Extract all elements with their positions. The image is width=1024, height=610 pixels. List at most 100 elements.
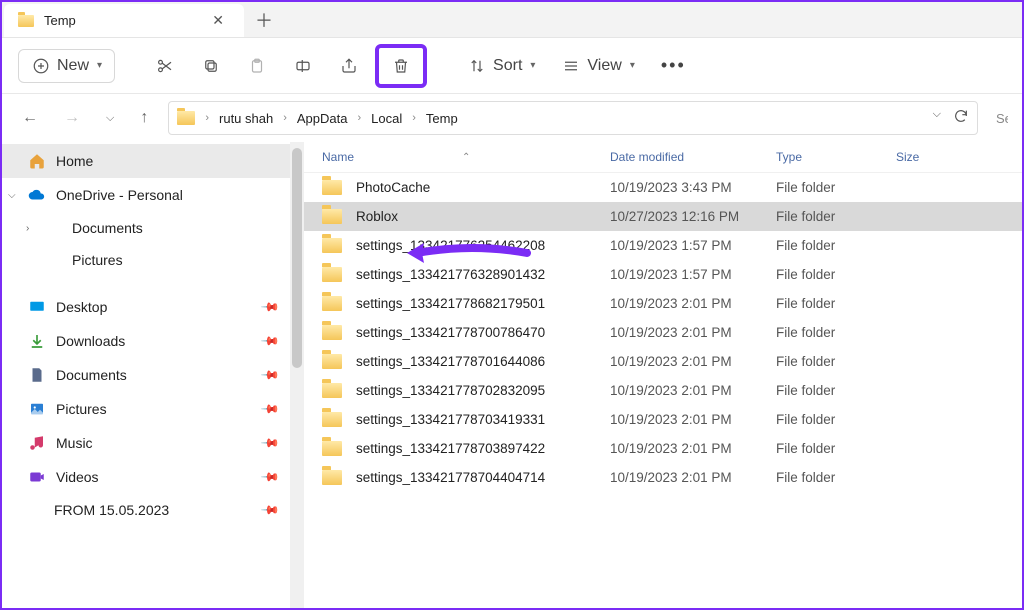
file-rows: PhotoCache10/19/2023 3:43 PMFile folderR… — [304, 173, 1022, 492]
document-icon — [28, 366, 46, 384]
new-button[interactable]: New ▾ — [18, 49, 115, 83]
file-name: settings_133421778704404714 — [356, 470, 545, 485]
sidebar-label: Videos — [56, 469, 99, 485]
file-date: 10/19/2023 2:01 PM — [610, 470, 776, 485]
more-button[interactable]: ••• — [651, 49, 696, 82]
sidebar-label: Music — [56, 435, 93, 451]
breadcrumb-1[interactable]: AppData — [291, 107, 354, 130]
new-label: New — [57, 57, 89, 75]
folder-icon — [322, 412, 342, 427]
share-button[interactable] — [329, 50, 369, 82]
sidebar-scrollbar[interactable] — [290, 142, 304, 608]
address-bar[interactable]: › rutu shah › AppData › Local › Temp ⌵ — [168, 101, 978, 135]
file-type: File folder — [776, 470, 896, 485]
sidebar-item-documents[interactable]: › Documents — [2, 212, 290, 244]
file-type: File folder — [776, 209, 896, 224]
file-date: 10/19/2023 2:01 PM — [610, 354, 776, 369]
sidebar-item-videos[interactable]: Videos 📌 — [2, 460, 290, 494]
paste-button[interactable] — [237, 50, 277, 82]
sidebar-label: Pictures — [56, 401, 107, 417]
table-row[interactable]: settings_133421778701644086 10/19/2023 2:… — [304, 347, 1022, 376]
chevron-down-icon[interactable]: ⌵ — [933, 108, 941, 129]
file-type: File folder — [776, 267, 896, 282]
sidebar-item-home[interactable]: Home — [2, 144, 290, 178]
scrollbar-thumb[interactable] — [292, 148, 302, 368]
table-row[interactable]: Roblox10/27/2023 12:16 PMFile folder — [304, 202, 1022, 231]
sort-button[interactable]: Sort ▾ — [457, 50, 545, 82]
delete-highlight — [375, 44, 427, 88]
up-button[interactable]: ↑ — [134, 105, 154, 131]
sidebar-item-music[interactable]: Music📌 — [2, 426, 290, 460]
folder-icon — [46, 222, 62, 234]
copy-button[interactable] — [191, 50, 231, 82]
file-date: 10/19/2023 2:01 PM — [610, 412, 776, 427]
nav-bar: ← → ⌵ ↑ › rutu shah › AppData › Local › … — [2, 94, 1022, 142]
table-row[interactable]: settings_133421778704404714 10/19/2023 2:… — [304, 463, 1022, 492]
sidebar-item-desktop[interactable]: Desktop📌 — [2, 290, 290, 324]
breadcrumb-3[interactable]: Temp — [420, 107, 464, 130]
file-type: File folder — [776, 238, 896, 253]
table-row[interactable]: settings_13342177870283209510/19/2023 2:… — [304, 376, 1022, 405]
forward-button[interactable]: → — [58, 105, 86, 131]
clipboard-icon — [247, 56, 267, 76]
delete-button[interactable] — [383, 52, 419, 80]
folder-icon — [322, 325, 342, 340]
table-row[interactable]: settings_133421778682179501 10/19/2023 2:… — [304, 289, 1022, 318]
recent-button[interactable]: ⌵ — [100, 108, 120, 129]
file-name: settings_133421778682179501 — [356, 296, 545, 311]
share-icon — [339, 56, 359, 76]
file-name: settings_133421778701644086 — [356, 354, 545, 369]
sidebar-item-downloads[interactable]: Downloads📌 — [2, 324, 290, 358]
view-button[interactable]: View ▾ — [551, 50, 644, 82]
search-input[interactable]: Se — [992, 111, 1008, 126]
folder-icon — [322, 441, 342, 456]
tab-temp[interactable]: Temp ✕ — [4, 4, 244, 37]
pin-icon: 📌 — [260, 297, 280, 317]
table-row[interactable]: settings_13342177870389742210/19/2023 2:… — [304, 434, 1022, 463]
column-name[interactable]: Name⌃ — [322, 150, 610, 164]
column-type[interactable]: Type — [776, 150, 896, 164]
pin-icon: 📌 — [260, 467, 280, 487]
file-name: settings_133421778703897422 — [356, 441, 545, 456]
sidebar-item-documents-quick[interactable]: Documents📌 — [2, 358, 290, 392]
cut-button[interactable] — [145, 50, 185, 82]
folder-icon — [322, 470, 342, 485]
pin-icon: 📌 — [260, 331, 280, 351]
trash-icon — [391, 56, 411, 76]
main: Home ⌵ OneDrive - Personal › Documents P… — [2, 142, 1022, 608]
chevron-right-icon: › — [283, 112, 287, 124]
table-row[interactable]: settings_133421778700786470 10/19/2023 2:… — [304, 318, 1022, 347]
file-list: Name⌃ Date modified Type Size PhotoCache… — [304, 142, 1022, 608]
folder-icon — [322, 354, 342, 369]
rename-icon — [293, 56, 313, 76]
refresh-button[interactable] — [953, 108, 969, 129]
file-date: 10/27/2023 12:16 PM — [610, 209, 776, 224]
file-date: 10/19/2023 2:01 PM — [610, 325, 776, 340]
file-date: 10/19/2023 2:01 PM — [610, 296, 776, 311]
new-tab-button[interactable]: ＋ — [244, 2, 284, 37]
chevron-right-icon[interactable]: › — [26, 223, 29, 234]
sidebar-label: OneDrive - Personal — [56, 187, 183, 203]
rename-button[interactable] — [283, 50, 323, 82]
tab-bar: Temp ✕ ＋ — [2, 2, 1022, 38]
sidebar-item-from[interactable]: FROM 15.05.2023📌 — [2, 494, 290, 526]
chevron-down-icon: ▾ — [530, 60, 535, 71]
close-icon[interactable]: ✕ — [206, 10, 230, 31]
table-row[interactable]: settings_13342177625446220810/19/2023 1:… — [304, 231, 1022, 260]
back-button[interactable]: ← — [16, 105, 44, 131]
sidebar-item-pictures[interactable]: Pictures — [2, 244, 290, 276]
column-date[interactable]: Date modified — [610, 150, 776, 164]
file-name: settings_133421778700786470 — [356, 325, 545, 340]
table-row[interactable]: settings_13342177870341933110/19/2023 2:… — [304, 405, 1022, 434]
sidebar-item-onedrive[interactable]: ⌵ OneDrive - Personal — [2, 178, 290, 212]
column-size[interactable]: Size — [896, 150, 956, 164]
chevron-down-icon[interactable]: ⌵ — [8, 190, 16, 201]
breadcrumb-0[interactable]: rutu shah — [213, 107, 279, 130]
table-row[interactable]: PhotoCache10/19/2023 3:43 PMFile folder — [304, 173, 1022, 202]
desktop-icon — [28, 298, 46, 316]
sidebar-item-pictures-quick[interactable]: Pictures📌 — [2, 392, 290, 426]
table-row[interactable]: settings_13342177632890143210/19/2023 1:… — [304, 260, 1022, 289]
ellipsis-icon: ••• — [661, 55, 686, 76]
chevron-down-icon: ▾ — [630, 60, 635, 71]
breadcrumb-2[interactable]: Local — [365, 107, 408, 130]
